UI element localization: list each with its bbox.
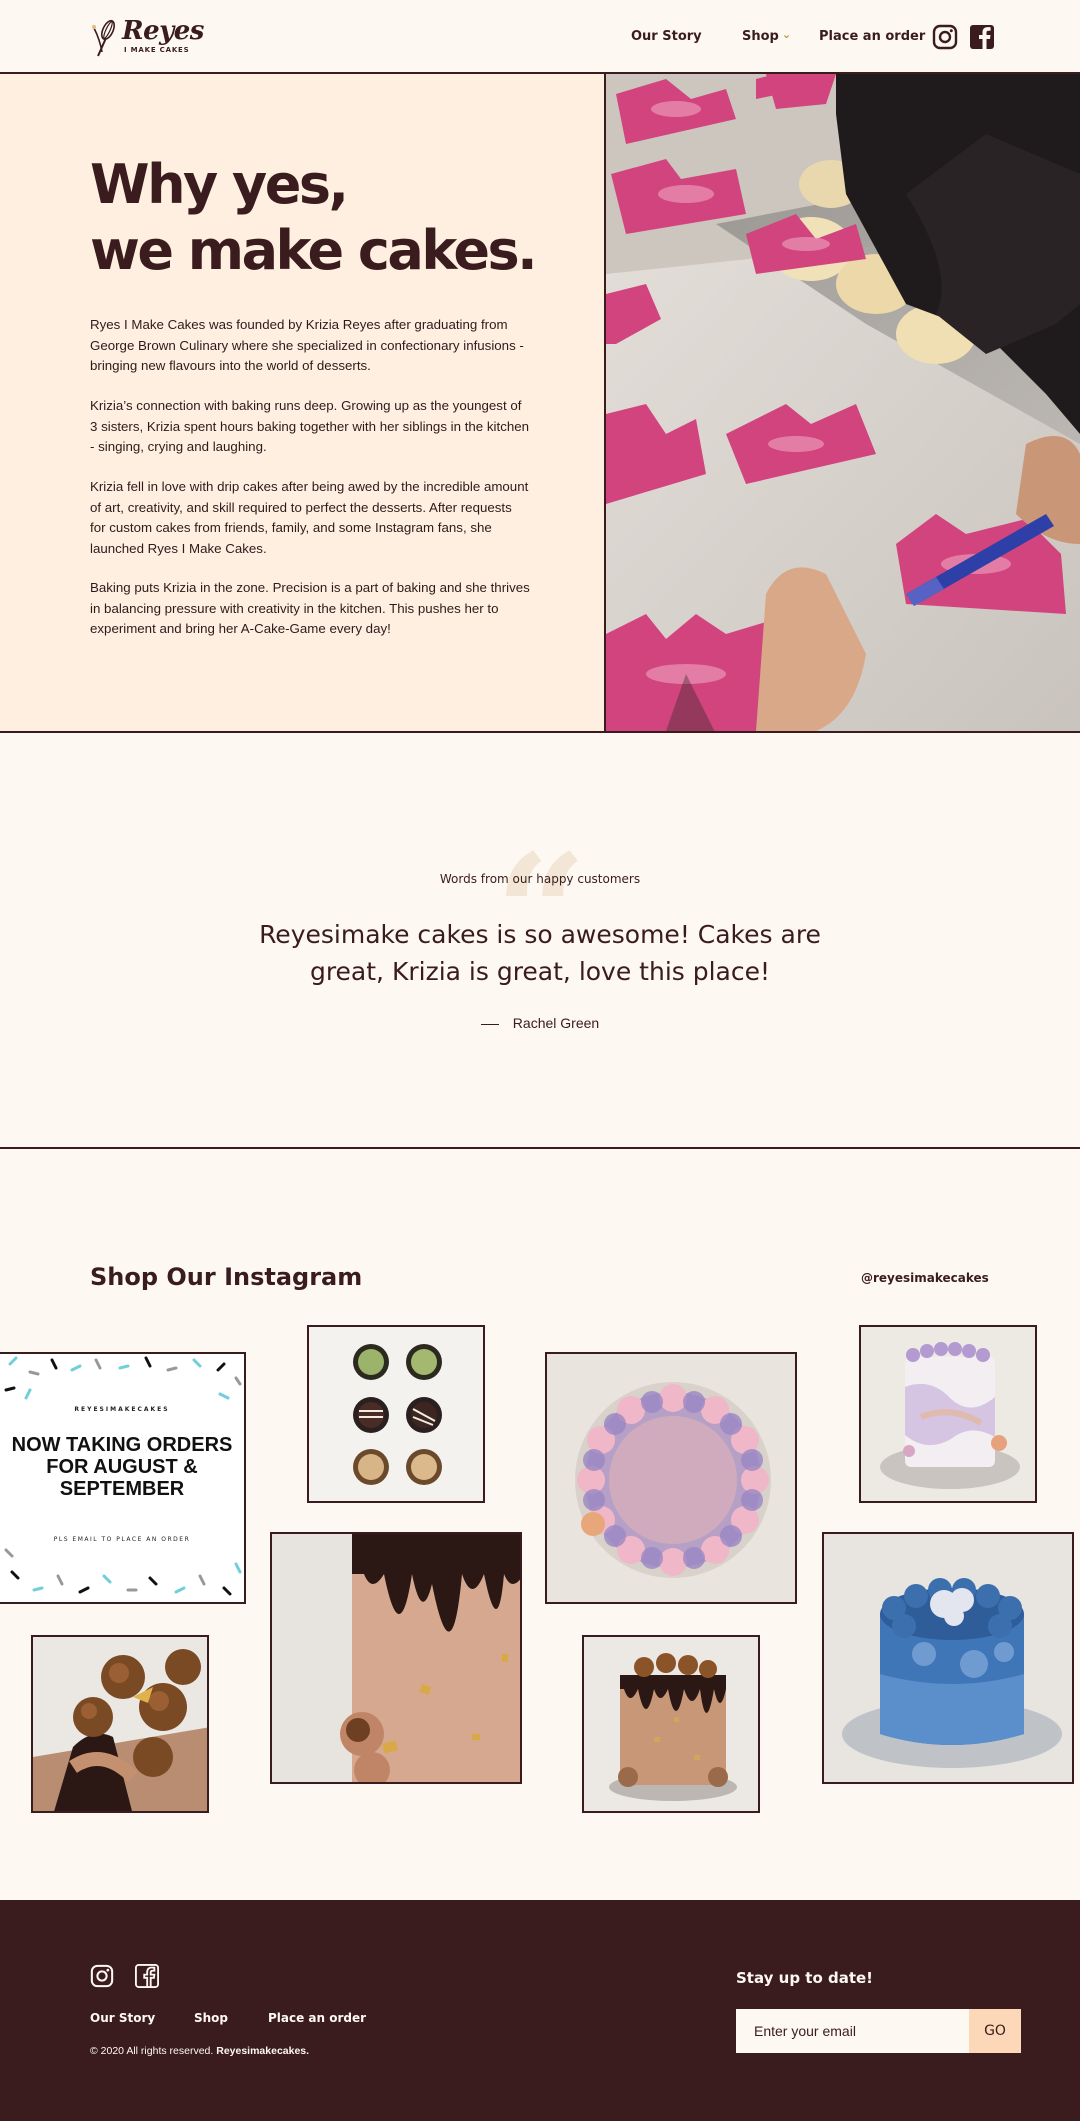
chocolate-cake-photo <box>584 1637 758 1811</box>
footer-copyright: © 2020 All rights reserved. Reyesimakeca… <box>90 2045 309 2057</box>
whisk-icon <box>92 19 115 57</box>
instagram-post-pastel-cake[interactable] <box>859 1325 1037 1503</box>
site-footer: Our Story Shop Place an order © 2020 All… <box>0 1900 1080 2121</box>
promo-subtext: PLS EMAIL TO PLACE AN ORDER <box>53 1536 191 1543</box>
instagram-post-ferrero-cake[interactable] <box>31 1635 209 1813</box>
testimonial-author: Rachel Green <box>0 1015 1080 1031</box>
newsletter-email-input[interactable] <box>736 2009 969 2053</box>
facebook-icon[interactable] <box>969 24 995 50</box>
hero-photo-decorating-cookies <box>606 74 1080 731</box>
instagram-post-cupcakes[interactable] <box>307 1325 485 1503</box>
footer-link-our-story[interactable]: Our Story <box>90 2011 155 2025</box>
hero-paragraph: Krizia fell in love with drip cakes afte… <box>90 479 529 556</box>
hero-title: Why yes, we make cakes. <box>90 152 590 284</box>
newsletter-title: Stay up to date! <box>736 1969 874 1987</box>
instagram-post-drip-closeup[interactable] <box>270 1532 522 1784</box>
hero-text-panel: Why yes, we make cakes. Ryes I Make Cake… <box>0 74 606 731</box>
instagram-icon[interactable] <box>932 24 958 50</box>
ferrero-cake-photo <box>33 1637 207 1811</box>
testimonial-author-name: Rachel Green <box>512 1015 600 1031</box>
hero-photo-illustration <box>606 74 1080 731</box>
promo-headline: NOW TAKING ORDERS FOR AUGUST & SEPTEMBER <box>11 1434 233 1500</box>
newsletter-go-button[interactable]: GO <box>969 2009 1021 2053</box>
nav-place-order[interactable]: Place an order <box>819 29 925 44</box>
testimonial-quote: Reyesimake cakes is so awesome! Cakes ar… <box>259 920 821 986</box>
instagram-post-floral-cake[interactable] <box>545 1352 797 1604</box>
copyright-text: © 2020 All rights reserved. <box>90 2045 214 2057</box>
floral-cake-photo <box>547 1354 795 1602</box>
instagram-icon[interactable] <box>90 1964 114 1988</box>
nav-our-story[interactable]: Our Story <box>631 29 702 44</box>
footer-link-place-order[interactable]: Place an order <box>268 2011 366 2025</box>
logo-name: Reyes <box>122 16 204 46</box>
testimonial-section: “ Words from our happy customers Reyesim… <box>0 733 1080 1149</box>
instagram-post-blue-cake[interactable] <box>822 1532 1074 1784</box>
cupcakes-photo <box>309 1327 483 1501</box>
drip-closeup-photo <box>272 1534 520 1782</box>
author-dash <box>480 1023 499 1026</box>
logo[interactable]: Reyes I MAKE CAKES <box>90 16 204 60</box>
chevron-down-icon: ⌄ <box>781 28 792 41</box>
facebook-icon[interactable] <box>135 1964 159 1988</box>
hero-section: Why yes, we make cakes. Ryes I Make Cake… <box>0 74 1080 733</box>
hero-title-line-1: Why yes, <box>90 153 349 216</box>
copyright-brand: Reyesimakecakes. <box>216 2045 310 2057</box>
hero-title-line-2: we make cakes. <box>90 219 538 282</box>
logo-tagline: I MAKE CAKES <box>124 46 190 54</box>
instagram-handle-link[interactable]: @reyesimakecakes <box>861 1271 989 1285</box>
hero-paragraph: Baking puts Krizia in the zone. Precisio… <box>90 580 530 636</box>
nav-shop[interactable]: Shop ⌄ <box>742 28 792 47</box>
hero-paragraph: Krizia’s connection with baking runs dee… <box>90 398 530 454</box>
testimonial-label: Words from our happy customers <box>439 872 641 886</box>
blue-cake-photo <box>824 1534 1072 1782</box>
instagram-post-chocolate-cake[interactable] <box>582 1635 760 1813</box>
hero-paragraph: Ryes I Make Cakes was founded by Krizia … <box>90 317 524 373</box>
instagram-post-promo[interactable]: REYESIMAKECAKES NOW TAKING ORDERS FOR AU… <box>0 1352 246 1604</box>
instagram-section-title: Shop Our Instagram <box>90 1263 363 1291</box>
nav-shop-label: Shop <box>742 29 779 44</box>
promo-brand: REYESIMAKECAKES <box>74 1406 170 1413</box>
site-header: Reyes I MAKE CAKES Our Story Shop ⌄ Plac… <box>0 0 1080 74</box>
footer-link-shop[interactable]: Shop <box>194 2011 228 2025</box>
pastel-cake-photo <box>861 1327 1035 1501</box>
